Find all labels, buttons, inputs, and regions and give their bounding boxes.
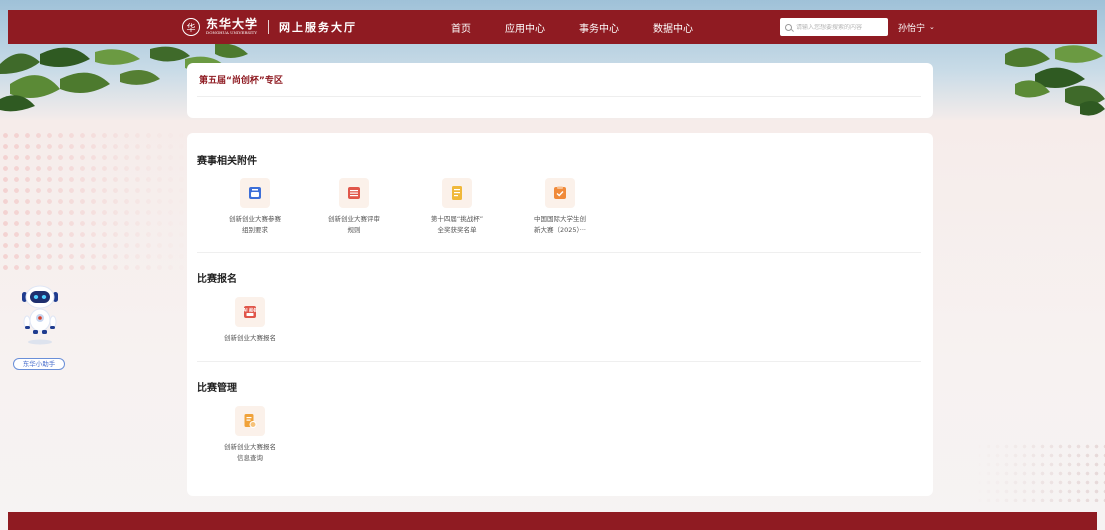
logo-divider <box>268 20 270 34</box>
banner-title: 第五届“尚创杯”专区 <box>199 76 283 86</box>
folder-document-icon <box>249 187 261 199</box>
tile-label: 创新创业大赛报名 <box>210 333 290 344</box>
section-title-registration: 比赛报名 <box>197 274 237 285</box>
tile-international-innovation-contest[interactable]: 中国国际大学生创 新大赛（2025）··· <box>520 178 600 236</box>
logo-text: 东华大学 DONGHUA UNIVERSITY <box>206 17 259 35</box>
tile-label: 中国国际大学生创 新大赛（2025）··· <box>520 214 600 236</box>
document-search-icon <box>244 414 257 428</box>
chevron-down-icon: ⌄ <box>929 23 935 31</box>
ai-badge-text: AI 报名 <box>243 307 257 313</box>
nav-affairs-center[interactable]: 事务中心 <box>579 20 619 35</box>
assistant-label[interactable]: 东华小助手 <box>13 358 65 370</box>
nav-app-center[interactable]: 应用中心 <box>505 20 545 35</box>
tile-label: 第十四届“挑战杯” 全奖获奖名单 <box>417 214 497 236</box>
page: 华 东华大学 DONGHUA UNIVERSITY 网上服务大厅 首页 应用中心… <box>0 0 1105 530</box>
tile-contest-registration[interactable]: AI 报名 创新创业大赛报名 <box>210 297 290 344</box>
section-title-management: 比赛管理 <box>197 383 237 394</box>
robot-assistant-icon[interactable] <box>16 280 64 352</box>
tile-label-line: 创新创业大赛报名 <box>224 334 276 342</box>
tile-icon-box <box>235 406 265 436</box>
tile-label-line: 信息查询 <box>237 454 263 462</box>
search-input[interactable] <box>796 23 886 31</box>
section-title-attachments: 赛事相关附件 <box>197 156 257 167</box>
leaves-decoration <box>1005 45 1105 116</box>
tile-label: 创新创业大赛报名 信息查询 <box>210 442 290 464</box>
user-name: 孙怡宁 <box>898 23 926 34</box>
tile-label: 创新创业大赛评审 规则 <box>314 214 394 236</box>
tile-label-line: 第十四届“挑战杯” <box>430 215 484 223</box>
nav-links: 首页 应用中心 事务中心 数据中心 <box>451 10 727 44</box>
special-zone-banner: 第五届“尚创杯”专区 <box>187 63 933 118</box>
main-content-card: 赛事相关附件 创新创业大赛参赛 组别要求 创新创业大赛评审 规则 第十四届“挑战… <box>187 133 933 496</box>
assistant-widget[interactable]: 东华小助手 <box>8 280 72 370</box>
tile-label-line: 中国国际大学生创 <box>534 215 586 223</box>
tile-label-line: 创新创业大赛参赛 <box>229 215 281 223</box>
top-navbar: 华 东华大学 DONGHUA UNIVERSITY 网上服务大厅 首页 应用中心… <box>8 10 1097 44</box>
tile-label-line: 组别要求 <box>242 226 268 234</box>
tile-label-line: 全奖获奖名单 <box>437 226 477 234</box>
seal-glyph: 华 <box>186 23 196 34</box>
tile-label-line: 创新创业大赛评审 <box>328 215 380 223</box>
checklist-document-icon <box>554 186 566 199</box>
tile-icon-box <box>442 178 472 208</box>
tile-label-line: 新大赛（2025）··· <box>534 226 586 234</box>
tile-judging-rules[interactable]: 创新创业大赛评审 规则 <box>314 178 394 236</box>
tile-label-line: 创新创业大赛报名 <box>224 443 276 451</box>
tile-registration-info-query[interactable]: 创新创业大赛报名 信息查询 <box>210 406 290 464</box>
logo-name: 东华大学 <box>206 17 259 31</box>
tile-icon-box <box>339 178 369 208</box>
tile-challenge-cup-winners[interactable]: 第十四届“挑战杯” 全奖获奖名单 <box>417 178 497 236</box>
divider <box>197 96 921 97</box>
search-icon[interactable] <box>785 23 792 31</box>
decorative-dots <box>975 442 1105 502</box>
footer-bar <box>8 512 1097 530</box>
tile-icon-box: AI 报名 <box>235 297 265 327</box>
tile-label: 创新创业大赛参赛 组别要求 <box>215 214 295 236</box>
tile-icon-box <box>240 178 270 208</box>
document-stack-icon <box>452 186 462 200</box>
divider <box>197 252 921 253</box>
nav-data-center[interactable]: 数据中心 <box>653 20 693 35</box>
tile-label-line: 规则 <box>347 226 361 234</box>
user-menu[interactable]: 孙怡宁 ⌄ <box>898 10 935 44</box>
ai-registration-icon: AI 报名 <box>243 306 257 318</box>
search-box[interactable] <box>780 18 888 36</box>
decorative-dots <box>0 130 190 270</box>
portal-title: 网上服务大厅 <box>279 21 358 34</box>
tile-icon-box <box>545 178 575 208</box>
nav-home[interactable]: 首页 <box>451 20 471 35</box>
university-logo[interactable]: 华 东华大学 DONGHUA UNIVERSITY 网上服务大厅 <box>182 16 357 38</box>
university-seal-icon: 华 <box>182 18 200 36</box>
tile-competition-group-requirements[interactable]: 创新创业大赛参赛 组别要求 <box>215 178 295 236</box>
list-document-icon <box>348 187 360 199</box>
divider <box>197 361 921 362</box>
logo-subtext: DONGHUA UNIVERSITY <box>206 30 257 35</box>
